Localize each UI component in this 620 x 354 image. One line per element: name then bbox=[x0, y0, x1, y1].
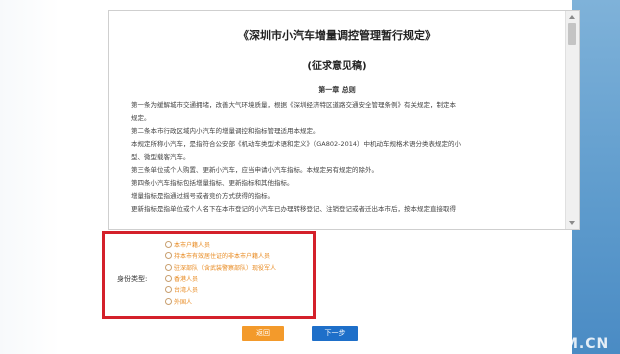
identity-option-label: 台湾人员 bbox=[174, 287, 199, 295]
main-panel: 《深圳市小汽车增量调控管理暂行规定》 (征求意见稿) 第一章 总则 第一条为缓解… bbox=[60, 0, 580, 354]
radio-button[interactable] bbox=[165, 275, 172, 283]
regulation-document: 《深圳市小汽车增量调控管理暂行规定》 (征求意见稿) 第一章 总则 第一条为缓解… bbox=[109, 11, 565, 229]
radio-button[interactable] bbox=[165, 241, 172, 249]
document-paragraph: 第一条为缓解城市交通拥堵，改善大气环境质量，根据《深圳经济特区道路交通安全管理条… bbox=[131, 101, 456, 109]
identity-option-label: 持本市有效居住证的非本市户籍人员 bbox=[174, 253, 271, 261]
left-background bbox=[0, 0, 60, 354]
scroll-down-arrow-icon[interactable] bbox=[569, 221, 575, 225]
identity-option-label: 香港人员 bbox=[174, 276, 199, 284]
document-paragraph: 型、微型载客汽车。 bbox=[131, 153, 190, 161]
scrollbar-thumb[interactable] bbox=[568, 23, 576, 45]
identity-option-label: 驻深部队（含武装警察部队）现役军人 bbox=[174, 264, 277, 272]
identity-option-label: 外国人 bbox=[174, 298, 193, 306]
document-paragraph: 规定。 bbox=[131, 114, 151, 122]
back-button[interactable]: 返回 bbox=[242, 326, 284, 341]
regulation-document-frame[interactable]: 《深圳市小汽车增量调控管理暂行规定》 (征求意见稿) 第一章 总则 第一条为缓解… bbox=[108, 10, 580, 230]
identity-option-military[interactable]: 驻深部队（含武装警察部队）现役军人 bbox=[165, 262, 315, 273]
document-paragraph: 第四条小汽车指标包括增量指标、更新指标和其他指标。 bbox=[131, 179, 294, 187]
identity-option-residence-permit-holder[interactable]: 持本市有效居住证的非本市户籍人员 bbox=[165, 250, 315, 261]
radio-button[interactable] bbox=[165, 286, 172, 294]
identity-option-local-resident[interactable]: 本市户籍人员 bbox=[165, 239, 315, 250]
radio-button[interactable] bbox=[165, 297, 172, 305]
document-paragraph: 本规定所称小汽车，是指符合公安部《机动车类型术语和定义》（GA802-2014）… bbox=[131, 140, 462, 148]
identity-option-taiwan[interactable]: 台湾人员 bbox=[165, 284, 315, 295]
document-chapter-heading: 第一章 总则 bbox=[318, 86, 356, 94]
identity-option-label: 本市户籍人员 bbox=[174, 242, 211, 250]
identity-option-hong-kong[interactable]: 香港人员 bbox=[165, 273, 315, 284]
identity-type-label: 身份类型: bbox=[117, 275, 148, 283]
identity-type-options: 本市户籍人员 持本市有效居住证的非本市户籍人员 驻深部队（含武装警察部队）现役军… bbox=[165, 239, 315, 307]
document-scrollbar[interactable] bbox=[565, 11, 579, 229]
identity-type-section: 身份类型: 本市户籍人员 持本市有效居住证的非本市户籍人员 驻深部队（含武装警察… bbox=[102, 231, 316, 319]
site-watermark: M.CN bbox=[564, 336, 610, 352]
document-paragraph: 更新指标是指单位或个人名下在本市登记的小汽车已办理转移登记、注销登记或者迁出本市… bbox=[131, 205, 456, 213]
document-paragraph: 第三条单位或个人购置、更新小汽车，应当申请小汽车指标。本规定另有规定的除外。 bbox=[131, 166, 378, 174]
radio-button[interactable] bbox=[165, 263, 172, 271]
document-title: 《深圳市小汽车增量调控管理暂行规定》 bbox=[238, 29, 436, 42]
scroll-up-arrow-icon[interactable] bbox=[569, 15, 575, 19]
document-paragraph: 第二条本市行政区域内小汽车的增量调控和指标管理适用本规定。 bbox=[131, 127, 320, 135]
identity-option-foreigner[interactable]: 外国人 bbox=[165, 295, 315, 306]
next-step-button[interactable]: 下一步 bbox=[312, 326, 358, 341]
document-paragraph: 增量指标是指通过摇号或者竞价方式获得的指标。 bbox=[131, 192, 274, 200]
document-subtitle: (征求意见稿) bbox=[307, 61, 367, 72]
radio-button[interactable] bbox=[165, 252, 172, 260]
